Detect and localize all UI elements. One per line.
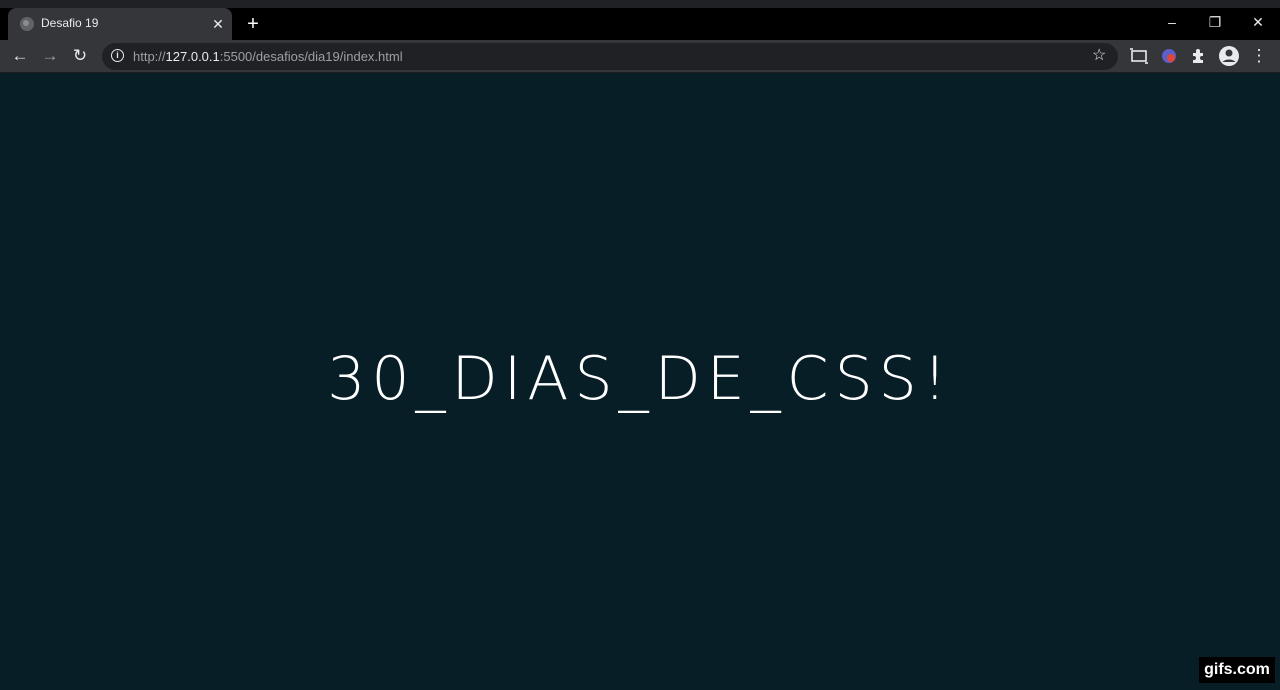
- bookmark-star-icon[interactable]: ☆: [1092, 46, 1106, 66]
- tab-title: Desafio 19: [41, 16, 99, 30]
- toolbar: ← → ↻ i http://127.0.0.1:5500/desafios/d…: [0, 40, 1280, 73]
- url-scheme: http://: [133, 49, 166, 64]
- url-path: :5500/desafios/dia19/index.html: [219, 49, 403, 64]
- headline: 30_DIAS_DE_CSS!: [327, 344, 953, 414]
- new-tab-button[interactable]: +: [243, 14, 263, 34]
- minimize-button[interactable]: –: [1150, 8, 1194, 36]
- back-button[interactable]: ←: [8, 44, 32, 68]
- forward-button[interactable]: →: [38, 44, 62, 68]
- close-window-button[interactable]: ✕: [1236, 8, 1280, 36]
- reload-button[interactable]: ↻: [68, 44, 92, 68]
- gifs-watermark: gifs.com: [1199, 657, 1275, 683]
- extensions-puzzle-icon[interactable]: [1187, 44, 1211, 68]
- screen-capture-icon[interactable]: [1127, 44, 1151, 68]
- extension-avatar-icon[interactable]: [1157, 44, 1181, 68]
- page-content: 30_DIAS_DE_CSS!: [0, 73, 1280, 690]
- url-text: http://127.0.0.1:5500/desafios/dia19/ind…: [133, 49, 403, 64]
- restore-button[interactable]: ❐: [1193, 8, 1237, 36]
- browser-window: Desafio 19 ✕ + – ❐ ✕ ← → ↻ i http://127.…: [0, 0, 1280, 690]
- url-host: 127.0.0.1: [165, 49, 220, 64]
- tab-strip: Desafio 19 ✕ + – ❐ ✕: [0, 0, 1280, 40]
- close-tab-icon[interactable]: ✕: [209, 15, 227, 33]
- address-bar[interactable]: i http://127.0.0.1:5500/desafios/dia19/i…: [102, 43, 1118, 70]
- tab-desafio-19[interactable]: Desafio 19 ✕: [8, 8, 232, 40]
- menu-kebab-icon[interactable]: ⋮: [1247, 44, 1271, 68]
- profile-icon[interactable]: [1217, 44, 1241, 68]
- info-icon[interactable]: i: [111, 49, 124, 62]
- globe-icon: [20, 17, 34, 31]
